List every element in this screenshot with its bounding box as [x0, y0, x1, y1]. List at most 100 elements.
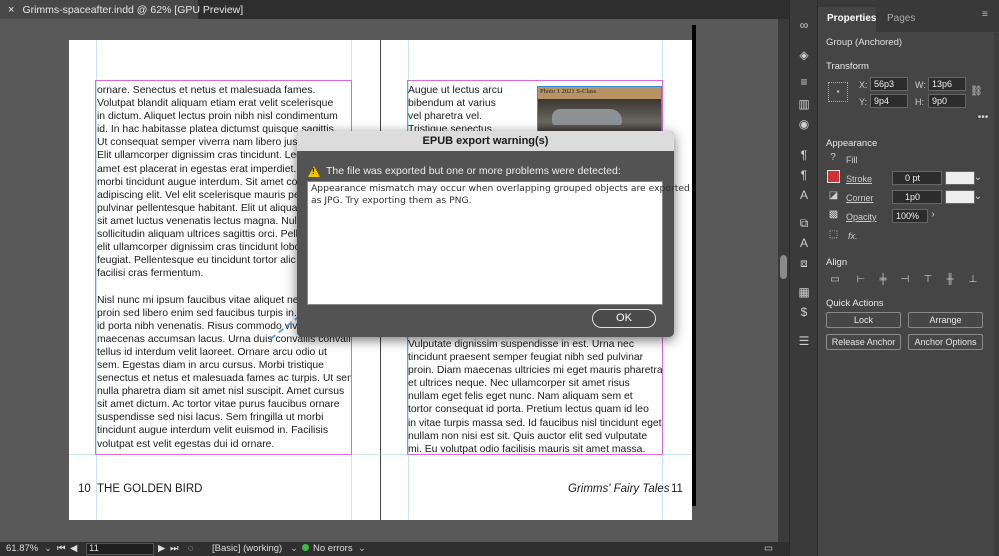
split-view-icon[interactable]: ▭ [764, 543, 773, 554]
stroke-icon[interactable]: ≡ [796, 75, 812, 89]
status-bar: 61.87% ⌄ ⏮ ◀ 11 ▶ ⏭ ◌ [Basic] (working) … [0, 542, 789, 556]
paragraph-styles-icon[interactable]: ¶ [796, 148, 812, 162]
opacity-input[interactable]: 100% [892, 209, 928, 223]
h-label: H: [915, 97, 924, 107]
align-middle-icon[interactable]: ╫ [943, 274, 957, 285]
pages-list-icon[interactable]: ☰ [796, 334, 812, 348]
preflight-dropdown-icon[interactable]: ⌄ [358, 543, 366, 554]
zoom-dropdown-icon[interactable]: ⌄ [44, 543, 52, 554]
stroke-weight-input[interactable]: 0 pt [892, 171, 942, 185]
panel-icon-strip: ∞ ◈ ≡ ▥ ◉ ¶ ¶ A ⧉ A ⧈ ▦ $ ☰ [789, 0, 817, 556]
warning-icon: ! [308, 165, 320, 177]
panel-scrollbar[interactable] [994, 33, 999, 556]
constrain-proportions-icon[interactable]: ⛓ [970, 86, 983, 97]
align-center-icon[interactable]: ╪ [876, 274, 890, 285]
align-right-icon[interactable]: ⊣ [898, 274, 912, 285]
next-page-icon[interactable]: ▶ [158, 543, 165, 554]
corner-shape-select[interactable] [945, 190, 975, 204]
align-left-icon[interactable]: ⊢ [854, 274, 868, 285]
stroke-type-select[interactable] [945, 171, 975, 185]
y-input[interactable]: 9p4 [870, 94, 908, 108]
layers-icon[interactable]: ◈ [796, 48, 812, 62]
preflight-spinner-icon: ◌ [188, 543, 194, 554]
fill-label: Fill [846, 155, 858, 165]
align-to-icon[interactable]: ▭ [828, 274, 842, 285]
glyphs-icon[interactable]: A [796, 188, 812, 202]
right-running-head: Grimms' Fairy Tales [568, 483, 670, 495]
properties-panel: Properties Pages ≡ Group (Anchored) Tran… [817, 0, 999, 556]
anchored-photo-group[interactable]: Photo 1 2021 S-Class [537, 86, 662, 134]
page-shadow-right [692, 25, 696, 506]
h-input[interactable]: 9p0 [928, 94, 966, 108]
scroll-thumb[interactable] [780, 255, 787, 279]
ok-button[interactable]: OK [592, 309, 656, 328]
document-tab-bar: × Grimms-spaceafter.indd @ 62% [GPU Prev… [0, 0, 789, 19]
appearance-title: Appearance [826, 138, 878, 149]
style-dropdown-icon[interactable]: ⌄ [290, 543, 298, 554]
dialog-heading: The file was exported but one or more pr… [326, 165, 621, 177]
page-number-field[interactable]: 11 [86, 543, 154, 555]
preflight-ok-icon [302, 544, 309, 551]
align-bottom-icon[interactable]: ⊥ [966, 274, 980, 285]
dialog-title: EPUB export warning(s) [297, 131, 674, 151]
zoom-level[interactable]: 61.87% [6, 543, 38, 554]
gradient-icon[interactable]: ▥ [796, 97, 812, 111]
photo-caption: Photo 1 2021 S-Class [540, 88, 597, 95]
stroke-swatch-icon[interactable] [827, 170, 840, 183]
right-body-text-bottom[interactable]: Vulputate dignissim suspendisse in est. … [408, 338, 662, 458]
corner-size-input[interactable]: 1p0 [892, 190, 942, 204]
y-label: Y: [859, 97, 868, 107]
prev-page-icon[interactable]: ◀ [70, 543, 77, 554]
drop-shadow-icon[interactable]: ⬚ [827, 229, 840, 240]
close-tab-icon[interactable]: × [8, 4, 14, 16]
opacity-label[interactable]: Opacity [846, 212, 877, 222]
anchor-options-button[interactable]: Anchor Options [908, 334, 983, 350]
left-running-head: THE GOLDEN BIRD [97, 483, 203, 495]
tab-properties[interactable]: Properties [827, 13, 876, 24]
tab-pages[interactable]: Pages [887, 13, 915, 24]
document-tab-title: Grimms-spaceafter.indd @ 62% [GPU Previe… [22, 3, 244, 16]
text-wrap-icon[interactable]: ⧉ [796, 216, 812, 230]
first-page-icon[interactable]: ⏮ [57, 543, 66, 554]
table-icon[interactable]: ▦ [796, 285, 812, 299]
x-label: X: [859, 80, 868, 90]
right-page-number: 11 [671, 483, 683, 495]
lock-button[interactable]: Lock [826, 312, 901, 328]
fill-swatch-icon[interactable]: ? [828, 152, 838, 163]
fx-button[interactable]: fx. [848, 231, 858, 241]
paragraph-icon[interactable]: ¶ [796, 168, 812, 182]
stroke-label[interactable]: Stroke [846, 174, 872, 184]
x-input[interactable]: 56p3 [870, 77, 908, 91]
vertical-scrollbar[interactable] [778, 19, 789, 542]
stroke-dropdown-icon[interactable]: ⌄ [973, 172, 983, 183]
car-body [552, 109, 622, 125]
opacity-arrow-icon[interactable]: › [928, 209, 938, 220]
w-input[interactable]: 13p6 [928, 77, 966, 91]
arrange-button[interactable]: Arrange [908, 312, 983, 328]
transform-title: Transform [826, 61, 869, 72]
align-top-icon[interactable]: ⊤ [921, 274, 935, 285]
release-anchor-button[interactable]: Release Anchor [826, 334, 901, 350]
corner-dropdown-icon[interactable]: ⌄ [973, 191, 983, 202]
corner-label[interactable]: Corner [846, 193, 874, 203]
reference-point-icon[interactable]: ▪ [828, 82, 848, 102]
corner-icon[interactable]: ◪ [827, 190, 840, 201]
w-label: W: [915, 80, 926, 90]
links-icon[interactable]: ∞ [796, 18, 812, 32]
preflight-status[interactable]: No errors [302, 543, 353, 554]
dialog-heading-row: ! The file was exported but one or more … [308, 165, 621, 177]
more-options-icon[interactable]: ••• [976, 112, 990, 123]
object-styles-icon[interactable]: ⧈ [796, 256, 812, 270]
opacity-icon[interactable]: ▩ [827, 209, 840, 220]
cc-libraries-icon[interactable]: $ [796, 305, 812, 319]
last-page-icon[interactable]: ⏭ [170, 543, 179, 554]
panel-menu-icon[interactable]: ≡ [982, 9, 988, 20]
dialog-message-box[interactable]: Appearance mismatch may occur when overl… [307, 181, 690, 305]
document-style[interactable]: [Basic] (working) [212, 543, 282, 554]
right-body-text-top[interactable]: Augue ut lectus arcu bibendum at varius … [408, 84, 533, 136]
epub-export-warning-dialog: EPUB export warning(s) ! The file was ex… [297, 131, 690, 337]
character-styles-icon[interactable]: A [796, 236, 812, 250]
document-tab[interactable]: × Grimms-spaceafter.indd @ 62% [GPU Prev… [0, 0, 243, 19]
selection-type: Group (Anchored) [826, 37, 903, 48]
swatches-icon[interactable]: ◉ [796, 117, 812, 131]
